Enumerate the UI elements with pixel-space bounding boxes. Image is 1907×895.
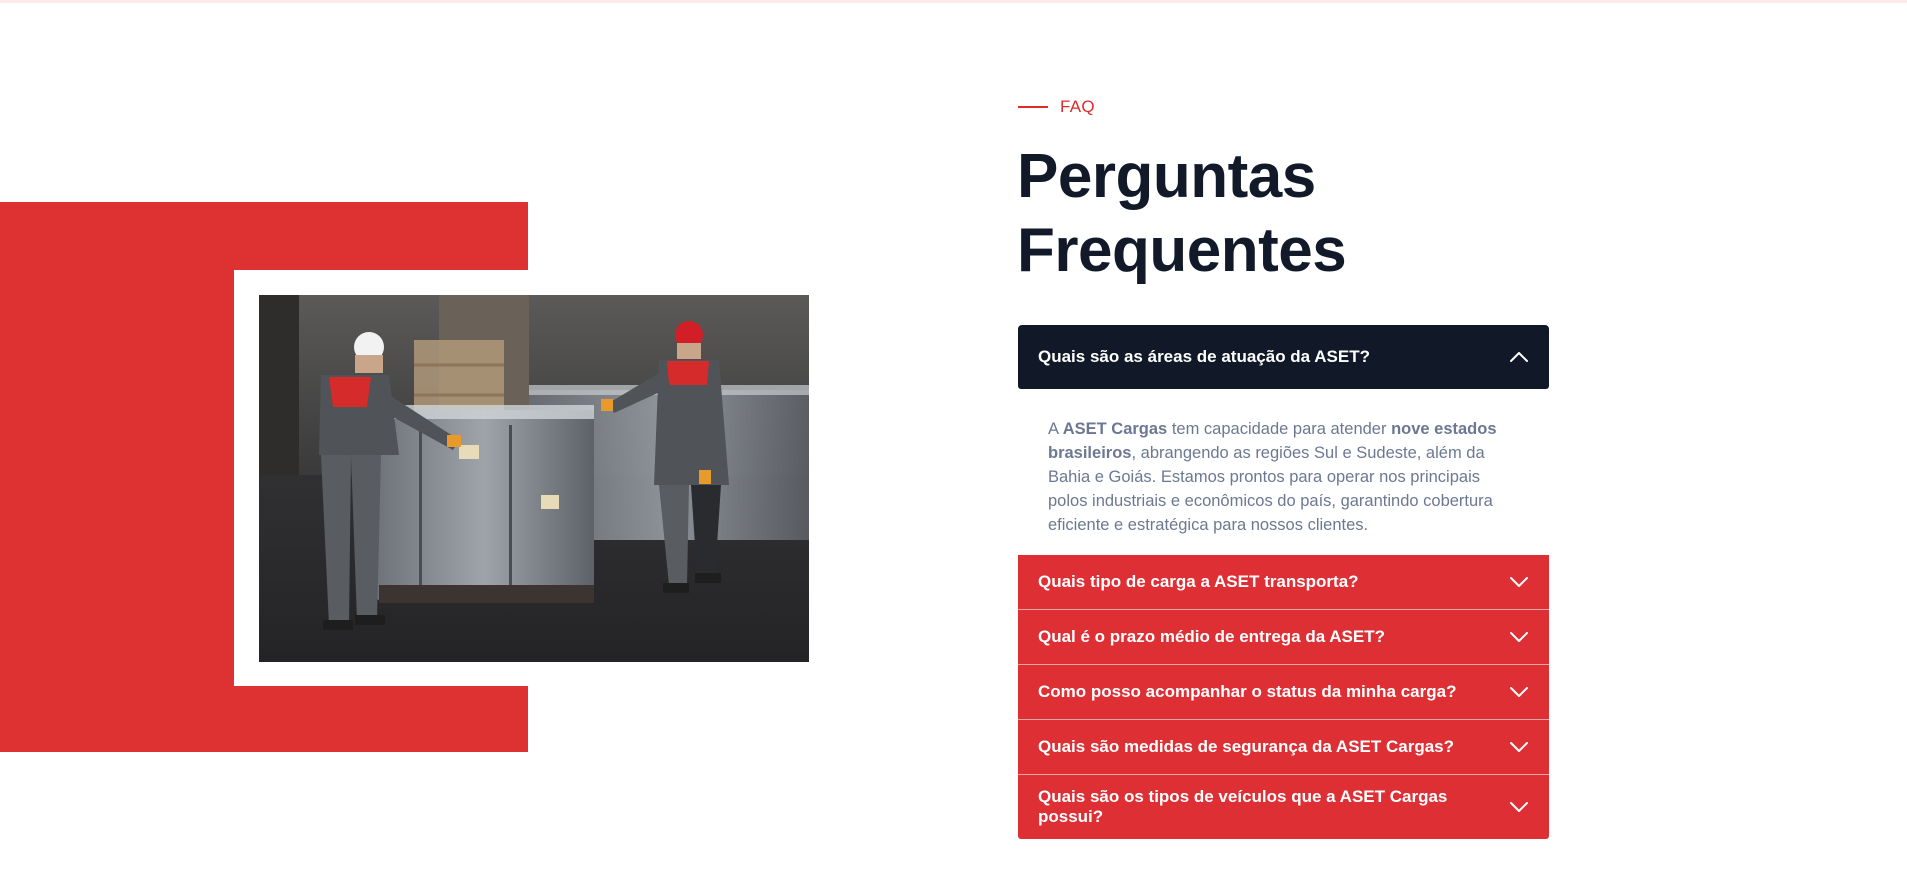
title-line-1: Perguntas <box>1017 142 1316 211</box>
chevron-down-icon <box>1509 686 1529 698</box>
title-line-2: Frequentes <box>1017 216 1347 285</box>
faq-question-text: Qual é o prazo médio de entrega da ASET? <box>1038 627 1385 646</box>
chevron-down-icon <box>1509 741 1529 753</box>
chevron-down-icon <box>1509 631 1529 643</box>
faq-question-button[interactable]: Quais são as áreas de atuação da ASET? <box>1018 325 1549 389</box>
faq-question-button[interactable]: Como posso acompanhar o status da minha … <box>1018 665 1549 720</box>
chevron-down-icon <box>1509 576 1529 588</box>
faq-question-button[interactable]: Quais são medidas de segurança da ASET C… <box>1018 720 1549 775</box>
faq-question-text: Quais são medidas de segurança da ASET C… <box>1038 737 1455 756</box>
top-border-line <box>0 0 1907 3</box>
chevron-down-icon <box>1509 801 1529 813</box>
faq-question-text: Quais são as áreas de atuação da ASET? <box>1038 347 1370 366</box>
faq-answer: A ASET Cargas tem capacidade para atende… <box>1018 389 1549 555</box>
eyebrow-label: FAQ <box>1060 97 1095 116</box>
faq-item-open: Quais são as áreas de atuação da ASET? A… <box>1018 325 1549 555</box>
cargo-workers-photo <box>259 295 809 662</box>
faq-question-text: Quais são os tipos de veículos que a ASE… <box>1038 787 1448 826</box>
faq-item: Quais são medidas de segurança da ASET C… <box>1018 720 1549 775</box>
faq-item: Quais tipo de carga a ASET transporta? <box>1018 555 1549 610</box>
faq-question-button[interactable]: Qual é o prazo médio de entrega da ASET? <box>1018 610 1549 665</box>
section-eyebrow: FAQ <box>1018 97 1095 117</box>
faq-item: Como posso acompanhar o status da minha … <box>1018 665 1549 720</box>
faq-question-button[interactable]: Quais tipo de carga a ASET transporta? <box>1018 555 1549 610</box>
eyebrow-line <box>1018 106 1048 108</box>
answer-text: A <box>1048 420 1063 438</box>
faq-item: Qual é o prazo médio de entrega da ASET? <box>1018 610 1549 665</box>
answer-text: tem capacidade para atender <box>1167 420 1392 438</box>
section-title: Perguntas Frequentes <box>1017 140 1347 288</box>
faq-question-text: Quais tipo de carga a ASET transporta? <box>1038 572 1359 591</box>
faq-item: Quais são os tipos de veículos que a ASE… <box>1018 775 1549 839</box>
faq-accordion: Quais são as áreas de atuação da ASET? A… <box>1018 325 1549 839</box>
faq-question-text: Como posso acompanhar o status da minha … <box>1038 682 1457 701</box>
faq-question-button[interactable]: Quais são os tipos de veículos que a ASE… <box>1018 775 1549 839</box>
answer-emphasis: ASET Cargas <box>1062 420 1168 438</box>
chevron-up-icon <box>1509 351 1529 363</box>
